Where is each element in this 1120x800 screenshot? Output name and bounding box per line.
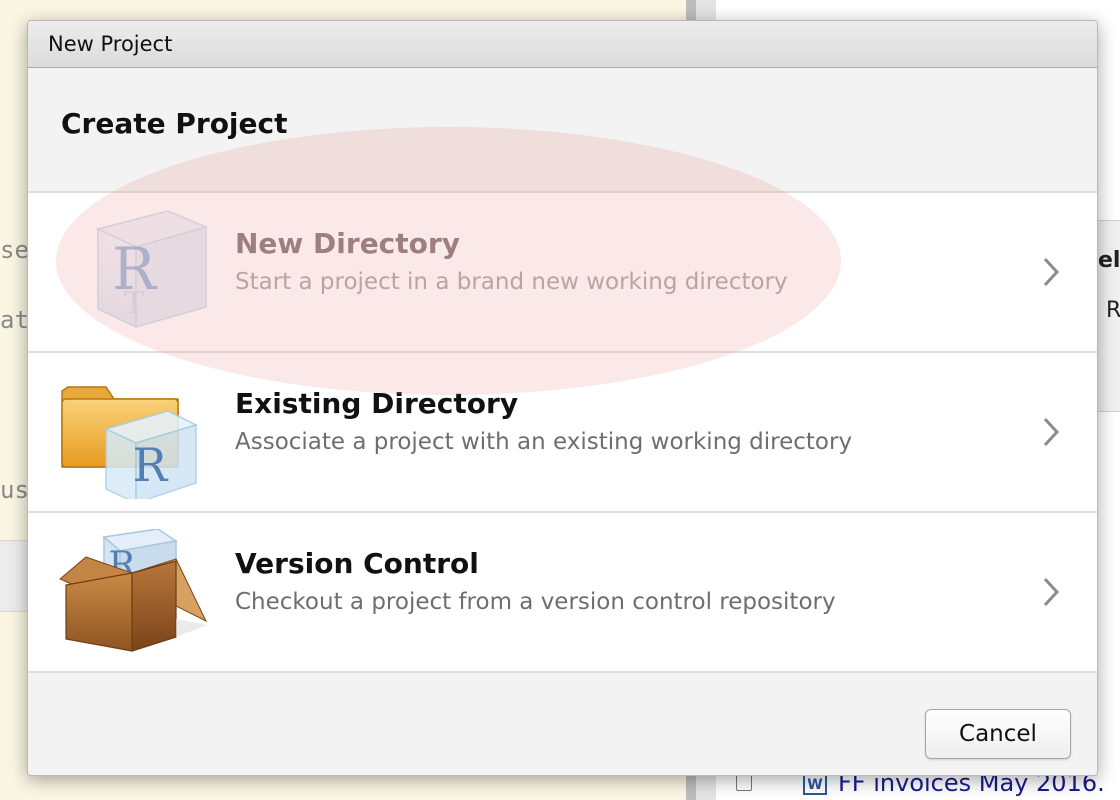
option-new-directory[interactable]: R T New Directory Start a project in a b… <box>28 193 1097 353</box>
background-text-fragment: at <box>0 306 29 334</box>
background-text-fragment: us <box>0 476 29 504</box>
chevron-right-icon <box>1041 575 1061 609</box>
option-version-control[interactable]: R Version Control Checkout a project fro… <box>28 513 1097 673</box>
option-title: Version Control <box>235 547 479 580</box>
background-text-fragment: el <box>1098 248 1120 273</box>
background-text-fragment: se <box>0 236 29 264</box>
option-description: Start a project in a brand new working d… <box>235 269 788 295</box>
option-description: Checkout a project from a version contro… <box>235 589 836 615</box>
dialog-title: New Project <box>48 32 173 56</box>
option-title: Existing Directory <box>235 387 519 420</box>
option-existing-directory[interactable]: R Existing Directory Associate a project… <box>28 353 1097 513</box>
project-type-list: R T New Directory Start a project in a b… <box>28 191 1097 674</box>
chevron-right-icon <box>1041 255 1061 289</box>
option-title: New Directory <box>235 227 460 260</box>
box-r-cube-icon: R <box>58 528 213 659</box>
file-checkbox <box>736 775 752 791</box>
background-text-fragment: R <box>1106 298 1120 323</box>
new-project-dialog: New Project Create Project R T New Direc… <box>27 20 1098 776</box>
dialog-heading: Create Project <box>61 107 288 140</box>
r-cube-icon: R T <box>58 209 213 339</box>
cancel-button[interactable]: Cancel <box>925 709 1071 759</box>
svg-text:T: T <box>124 286 144 321</box>
svg-text:W: W <box>807 777 822 793</box>
chevron-right-icon <box>1041 415 1061 449</box>
option-description: Associate a project with an existing wor… <box>235 429 853 455</box>
svg-text:R: R <box>133 438 169 492</box>
dialog-titlebar: New Project <box>28 21 1097 68</box>
folder-r-cube-icon: R <box>58 369 213 505</box>
